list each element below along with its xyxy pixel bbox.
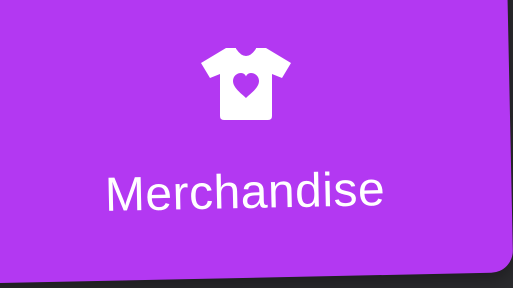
tshirt-heart-icon <box>193 40 299 122</box>
screen: Merchandise <box>0 0 513 288</box>
tile-label: Merchandise <box>104 163 386 222</box>
